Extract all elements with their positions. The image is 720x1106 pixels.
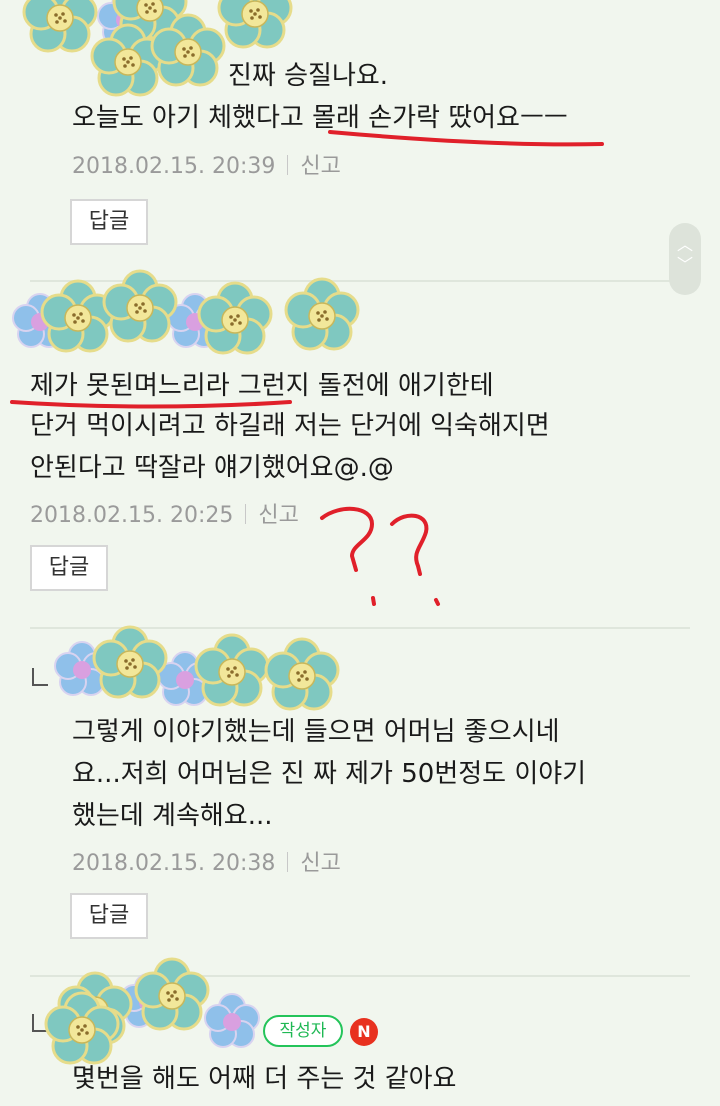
comment-divider bbox=[30, 627, 690, 629]
meta-separator bbox=[287, 852, 289, 872]
comment-4-line-1: 몇번을 해도 어째 더 주는 것 같아요 bbox=[72, 1064, 457, 1094]
comment-date: 2018.02.15. 20:39 bbox=[72, 154, 276, 179]
comment-divider bbox=[30, 975, 690, 977]
comment-date: 2018.02.15. 20:38 bbox=[72, 851, 276, 876]
comment-1-line-1: 진짜 승질나요. bbox=[228, 61, 389, 91]
comment-3-line-2: 요...저희 어머님은 진 짜 제가 50번정도 이야기 bbox=[72, 759, 587, 789]
new-badge: N bbox=[350, 1018, 378, 1046]
question-marks-annotation bbox=[320, 506, 440, 606]
scroll-control[interactable]: ︿ ﹀ bbox=[669, 223, 701, 295]
comment-2-line-1: 제가 못된며느리라 그런지 돌전에 애기한테 bbox=[30, 371, 494, 401]
comment-date: 2018.02.15. 20:25 bbox=[30, 503, 234, 528]
comment-3-line-1: 그렇게 이야기했는데 들으면 어머님 좋으시네 bbox=[72, 717, 560, 747]
reply-indicator-icon bbox=[32, 1014, 48, 1032]
comment-1-line-2: 오늘도 아기 체했다고 몰래 손가락 땄어요ㅡㅡ bbox=[72, 103, 568, 133]
comment-3-meta: 2018.02.15. 20:38 신고 bbox=[72, 845, 341, 877]
comment-1-meta: 2018.02.15. 20:39 신고 bbox=[72, 148, 341, 180]
reply-indicator-icon bbox=[32, 668, 48, 686]
reply-button[interactable]: 답글 bbox=[70, 199, 148, 245]
meta-separator bbox=[245, 504, 247, 524]
comment-2-line-2: 단거 먹이시려고 하길래 저는 단거에 익숙해지면 bbox=[30, 411, 550, 441]
reply-button[interactable]: 답글 bbox=[30, 545, 108, 591]
report-link[interactable]: 신고 bbox=[258, 503, 298, 528]
comment-2-meta: 2018.02.15. 20:25 신고 bbox=[30, 497, 299, 529]
comment-3-line-3: 했는데 계속해요... bbox=[72, 801, 273, 831]
flower-sticker bbox=[12, 269, 360, 355]
chevron-up-icon[interactable]: ︿ bbox=[669, 235, 701, 255]
report-link[interactable]: 신고 bbox=[300, 154, 340, 179]
report-link[interactable]: 신고 bbox=[300, 851, 340, 876]
meta-separator bbox=[287, 155, 289, 175]
reply-button[interactable]: 답글 bbox=[70, 893, 148, 939]
chevron-down-icon[interactable]: ﹀ bbox=[669, 255, 701, 275]
comment-2-line-3: 안된다고 딱잘라 얘기했어요@.@ bbox=[30, 453, 394, 483]
flower-sticker bbox=[54, 625, 340, 711]
author-badge: 작성자 bbox=[263, 1015, 343, 1047]
comment-divider bbox=[30, 280, 690, 282]
